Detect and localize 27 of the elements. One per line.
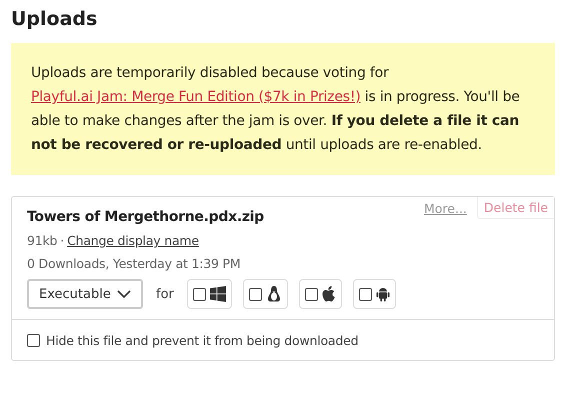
checkbox[interactable] xyxy=(358,288,372,300)
checkbox[interactable] xyxy=(27,334,40,347)
delete-file-button[interactable]: Delete file xyxy=(476,197,554,219)
for-label: for xyxy=(156,286,174,302)
change-display-name-link[interactable]: Change display name xyxy=(67,233,199,248)
jam-link[interactable]: Playful.ai Jam: Merge Fun Edition ($7k in Prizes!) xyxy=(31,89,361,105)
separator-dot: · xyxy=(60,233,64,248)
more-link[interactable]: More... xyxy=(424,200,467,216)
windows-icon xyxy=(210,286,226,302)
apple-icon xyxy=(322,286,336,302)
caret-icon xyxy=(117,290,131,298)
android-icon xyxy=(376,286,390,302)
file-name: Towers of Mergethorne.pdx.zip xyxy=(27,209,265,225)
file-size: 91kb xyxy=(27,233,58,248)
platform-toggle[interactable] xyxy=(352,279,396,309)
checkbox[interactable] xyxy=(304,288,318,300)
checkbox[interactable] xyxy=(248,288,262,300)
page-title: Uploads xyxy=(11,7,98,32)
type-dropdown[interactable]: Executable xyxy=(27,279,143,309)
platform-toggle[interactable] xyxy=(242,279,288,309)
download-stats: 0 Downloads, Yesterday at 1:39 PM xyxy=(27,256,242,271)
platform-toggle[interactable] xyxy=(298,279,342,309)
checkbox[interactable] xyxy=(192,288,206,300)
penguin-icon xyxy=(266,286,282,302)
notice-text: Uploads are temporarily disabled because voting for Playful.ai Jam: Merge Fun Edition ($7k in Prizes!) is in progress. You'll be able to make changes after the jam is over. If you delete a file it can not be recovered or re-uploaded until uploads are re-enabled. xyxy=(31,64,521,155)
hide-file-label: Hide this file and prevent it from being downloaded xyxy=(46,333,358,348)
platform-toggle[interactable] xyxy=(186,279,232,309)
